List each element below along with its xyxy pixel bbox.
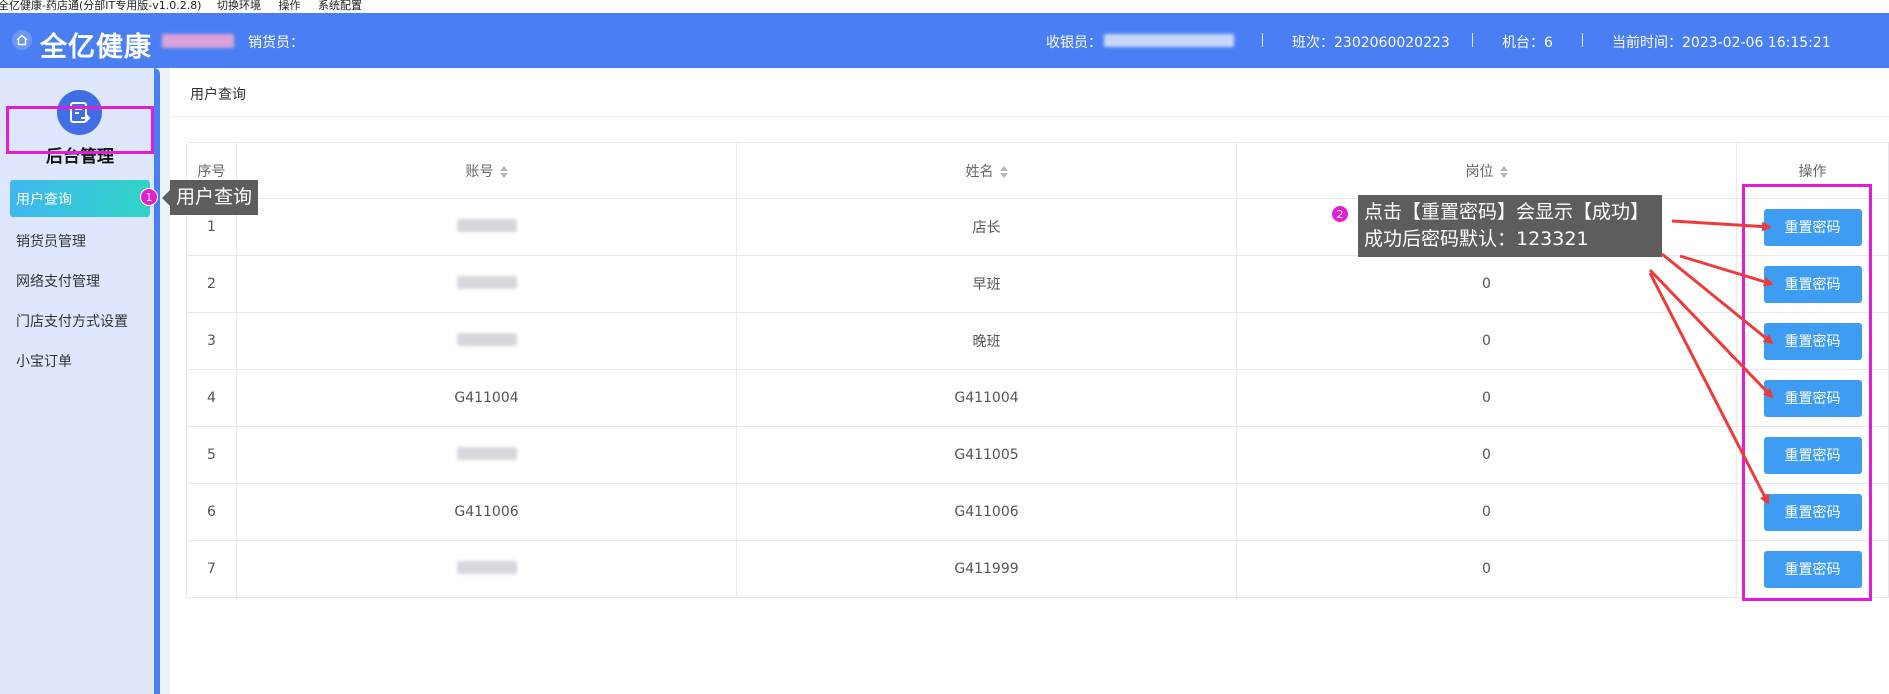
annotation-arrow [1648,272,1770,505]
annotation-arrow [1671,219,1772,232]
annotation-arrows [1648,219,1774,505]
annotation-arrow [1648,268,1774,399]
